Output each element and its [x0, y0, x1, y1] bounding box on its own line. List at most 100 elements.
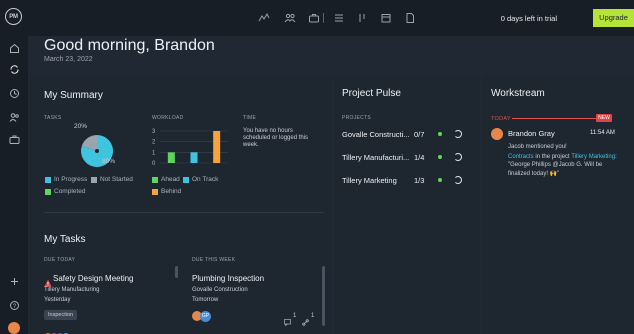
workload-label: WORKLOAD: [152, 115, 184, 121]
today-divider: [512, 118, 598, 119]
bar-on-track: [190, 152, 198, 163]
legend-completed: Completed: [45, 188, 85, 195]
activity-icon[interactable]: [258, 12, 270, 24]
y-tick-label: 1: [152, 150, 156, 156]
task-title: Safety Design Meeting: [53, 274, 134, 283]
projects-label: PROJECTS: [342, 115, 372, 121]
upgrade-button[interactable]: Upgrade: [593, 9, 634, 27]
legend-label: Behind: [161, 188, 182, 195]
stream-time: 11:54 AM: [590, 130, 615, 136]
progress-ring-icon: [454, 130, 462, 138]
time-label: TIME: [243, 115, 257, 121]
contracts-link[interactable]: Contracts: [508, 154, 534, 160]
message-text: in the project: [533, 154, 572, 160]
legend-in-progress: In Progress: [45, 176, 87, 183]
legend-ahead: Ahead: [152, 176, 180, 183]
link-count: 1: [311, 313, 315, 319]
today-label: TODAY: [491, 116, 511, 122]
legend-swatch: [45, 188, 51, 195]
legend-label: On Track: [192, 176, 219, 183]
plus-icon[interactable]: [9, 274, 20, 285]
trial-status: 0 days left in trial: [500, 14, 557, 23]
team-icon[interactable]: [284, 12, 296, 24]
legend-swatch: [152, 176, 158, 183]
page-title: Good morning, Brandon: [44, 37, 215, 54]
bar-ahead: [167, 152, 175, 163]
legend-swatch: [91, 176, 97, 183]
task-due: Yesterday: [44, 297, 71, 303]
legend-behind: Behind: [152, 188, 181, 195]
link-icon: [302, 313, 309, 331]
list-icon[interactable]: [333, 12, 345, 24]
legend-label: Completed: [54, 188, 86, 195]
project-name: Tillery Marketing: [342, 176, 397, 185]
stream-message: Contracts in the project Tillery Marketi…: [508, 153, 620, 178]
status-dot: [438, 155, 442, 159]
legend-swatch: [152, 188, 158, 195]
bar-behind: [213, 131, 221, 163]
clock-icon[interactable]: [9, 86, 20, 98]
workstream-title: Workstream: [491, 88, 545, 99]
pie-label-not-started: 20%: [74, 123, 88, 130]
due-today-label: DUE TODAY: [44, 257, 76, 263]
task-due: Tomorrow: [192, 297, 219, 303]
file-icon[interactable]: [404, 12, 416, 24]
legend-swatch: [45, 176, 51, 183]
home-icon[interactable]: [9, 41, 20, 53]
pie-center: [95, 149, 99, 153]
y-tick-label: 0: [152, 161, 156, 167]
task-project: Tillery Manufacturing: [44, 287, 100, 293]
legend-label: In Progress: [54, 176, 88, 183]
summary-title: My Summary: [44, 90, 103, 101]
task-title: Plumbing Inspection: [192, 274, 265, 283]
project-link[interactable]: Tillery Marketing: [571, 154, 615, 160]
pulse-title: Project Pulse: [342, 88, 401, 99]
calendar-icon[interactable]: [380, 12, 392, 24]
legend-on-track: On Track: [183, 176, 218, 183]
people-icon[interactable]: [9, 110, 20, 122]
help-icon[interactable]: ?: [9, 298, 20, 310]
tasks-title: My Tasks: [44, 234, 86, 245]
task-project: Govalle Construction: [192, 287, 248, 293]
section-divider: [44, 212, 324, 213]
briefcase-icon[interactable]: [308, 12, 320, 24]
tasks-pie-chart: [81, 135, 113, 167]
progress-ring-icon: [454, 176, 462, 184]
user-avatar[interactable]: [8, 322, 20, 334]
filter-icon[interactable]: [356, 12, 368, 24]
legend-label: Ahead: [161, 176, 180, 183]
pie-label-in-progress: 80%: [102, 158, 116, 165]
assignee-avatars: [45, 326, 81, 334]
sync-icon[interactable]: [9, 62, 20, 74]
comment-icon: [284, 313, 291, 331]
sidebar: ?: [0, 36, 28, 334]
comment-count: 1: [293, 313, 297, 319]
top-bar: PM 0 days left in trial Upgrade: [0, 0, 634, 36]
tasks-label: TASKS: [44, 115, 62, 121]
legend-label: Not Started: [100, 176, 133, 183]
stream-user-name: Brandon Gray: [508, 129, 555, 138]
project-count: 1/4: [414, 153, 425, 162]
time-message: You have no hours scheduled or logged th…: [243, 128, 309, 148]
y-tick-label: 2: [152, 140, 156, 146]
app-logo[interactable]: PM: [5, 8, 22, 25]
status-dot: [438, 178, 442, 182]
project-name: Govalle Constructi...: [342, 130, 410, 139]
y-tick-label: 3: [152, 129, 156, 135]
workload-bar-chart: 3 2 1 0: [152, 129, 228, 167]
due-week-label: DUE THIS WEEK: [192, 257, 236, 263]
project-name: Tillery Manufacturi...: [342, 153, 410, 162]
today-scrollbar[interactable]: [175, 266, 178, 278]
page-date: March 23, 2022: [44, 56, 93, 63]
project-count: 0/7: [414, 130, 425, 139]
progress-ring-icon: [454, 153, 462, 161]
legend-swatch: [183, 176, 189, 183]
legend-not-started: Not Started: [91, 176, 133, 183]
briefcase-icon[interactable]: [9, 132, 20, 144]
stream-mention-text: Jacob mentioned you!: [508, 144, 567, 150]
assignee-initials-avatar: GP: [200, 311, 211, 322]
new-badge: NEW: [596, 114, 612, 122]
project-count: 1/3: [414, 176, 425, 185]
tasks-scrollbar[interactable]: [322, 266, 325, 326]
task-tag: Inspection: [44, 310, 78, 320]
